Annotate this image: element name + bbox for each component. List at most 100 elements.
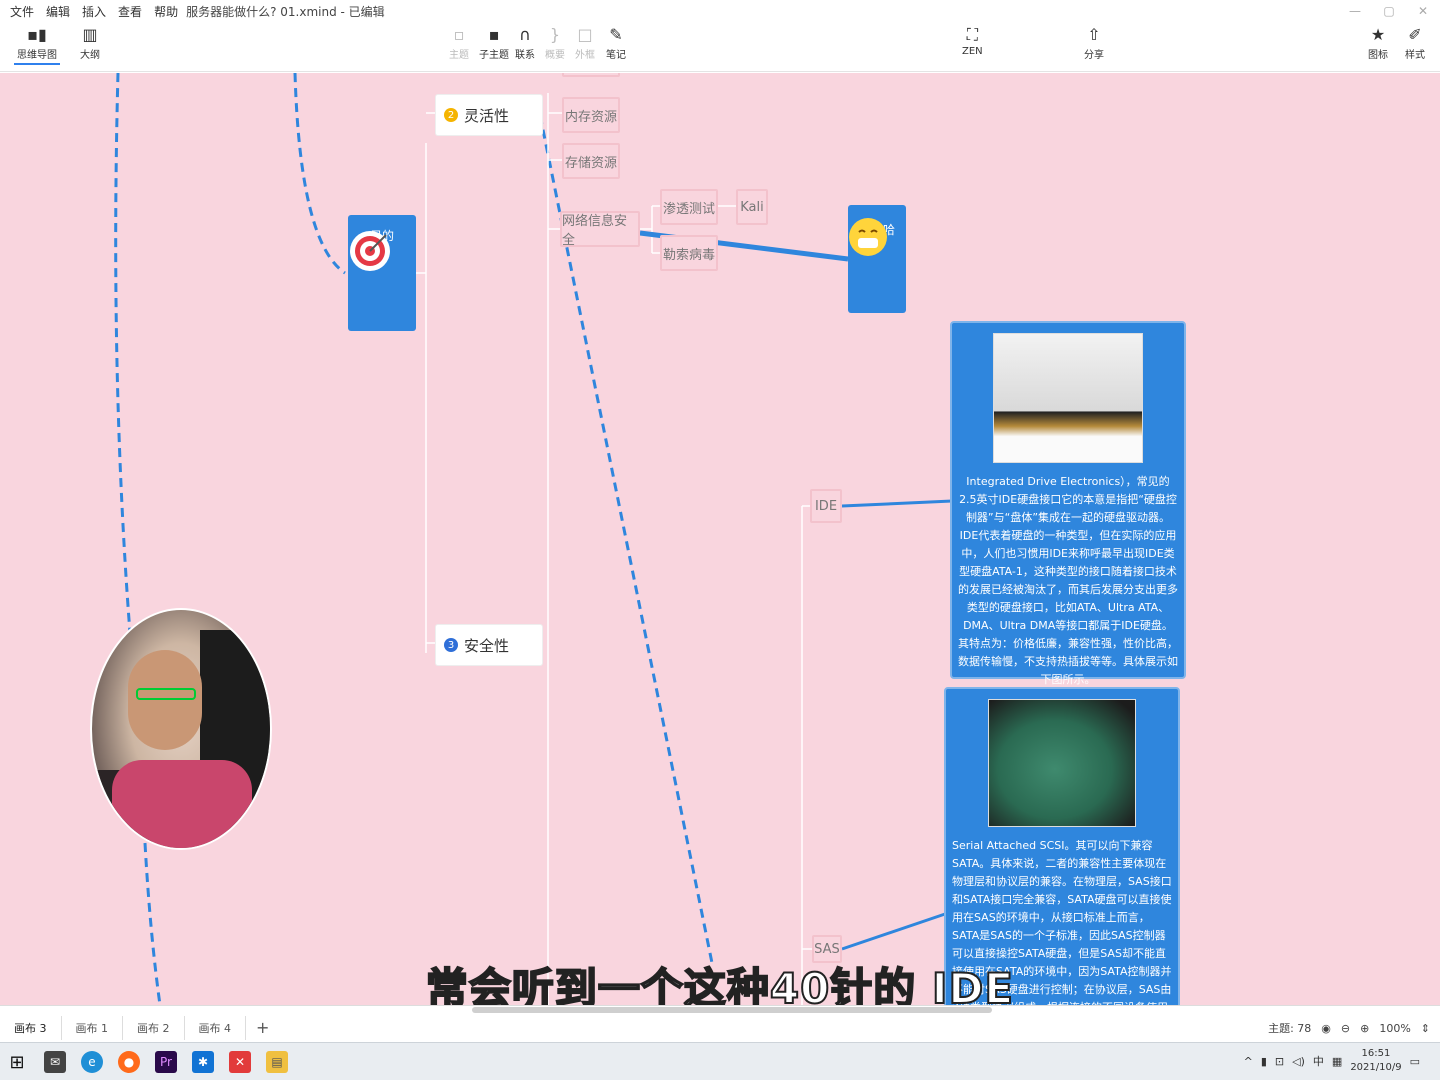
sheet-tab-4[interactable]: 画布 4 bbox=[185, 1016, 246, 1040]
mindmap-icon: ▪▮ bbox=[27, 25, 47, 44]
note-button[interactable]: ✎ 笔记 bbox=[606, 26, 626, 62]
sas-disk-image bbox=[988, 699, 1136, 827]
window-title: 服务器能做什么? 01.xmind - 已编辑 bbox=[186, 4, 385, 19]
relation-icon: ∩ bbox=[519, 25, 531, 44]
partial-node[interactable] bbox=[562, 73, 620, 77]
menu-insert[interactable]: 插入 bbox=[82, 3, 106, 20]
summary-button[interactable]: } 概要 bbox=[545, 25, 565, 62]
sheet-tab-3[interactable]: 画布 3 bbox=[0, 1016, 62, 1040]
window-controls: — ▢ ✕ bbox=[1338, 0, 1440, 22]
subtopic-button[interactable]: ▪ 子主题 bbox=[479, 25, 509, 62]
brush-icon: ✐ bbox=[1408, 25, 1422, 44]
windows-start-icon[interactable]: ⊞ bbox=[6, 1051, 28, 1073]
eye-icon[interactable]: ◉ bbox=[1321, 1022, 1331, 1035]
notification-icon[interactable]: ▭ bbox=[1410, 1055, 1420, 1068]
add-sheet-icon[interactable]: + bbox=[246, 1016, 279, 1040]
node-ide[interactable]: IDE bbox=[810, 489, 842, 523]
zen-label: ZEN bbox=[962, 46, 983, 57]
topic-label: 主题 bbox=[449, 50, 469, 61]
ide-disk-image bbox=[993, 333, 1143, 463]
minimize-icon[interactable]: — bbox=[1338, 4, 1372, 18]
topic-flexibility[interactable]: 2 灵活性 bbox=[436, 95, 542, 135]
topic-button[interactable]: ▫ 主题 bbox=[449, 25, 469, 62]
priority-2-icon: 2 bbox=[444, 108, 458, 122]
topic-icon: ▫ bbox=[453, 25, 465, 44]
menu-help[interactable]: 帮助 bbox=[154, 3, 178, 20]
ide-note-card[interactable]: Integrated Drive Electronics），常见的2.5英寸ID… bbox=[950, 321, 1186, 686]
icon-panel-button[interactable]: ★ 图标 bbox=[1368, 25, 1388, 62]
tray-chevron-icon[interactable]: ^ bbox=[1244, 1055, 1253, 1068]
file-explorer-icon[interactable]: ▤ bbox=[266, 1051, 288, 1073]
mindmap-canvas[interactable]: 2 灵活性 内存资源 存储资源 网络信息安全 渗透测试 Kali 勒索病毒 目的 bbox=[0, 73, 1440, 1005]
ime-icon[interactable]: ▦ bbox=[1332, 1055, 1342, 1068]
sheet-tab-2[interactable]: 画布 2 bbox=[123, 1016, 185, 1040]
share-label: 分享 bbox=[1084, 50, 1104, 61]
node-ransomware[interactable]: 勒索病毒 bbox=[660, 235, 718, 271]
xmind-icon[interactable]: ✕ bbox=[229, 1051, 251, 1073]
priority-3-icon: 3 bbox=[444, 638, 458, 652]
topic-flexibility-label: 灵活性 bbox=[464, 106, 510, 125]
network-icon[interactable]: ⊡ bbox=[1275, 1055, 1284, 1068]
clock[interactable]: 16:51 2021/10/9 bbox=[1350, 1047, 1401, 1075]
menu-edit[interactable]: 编辑 bbox=[46, 3, 70, 20]
sheet-tabs: 画布 3 画布 1 画布 2 画布 4 + bbox=[0, 1016, 279, 1040]
sheet-tab-1[interactable]: 画布 1 bbox=[62, 1016, 123, 1040]
subtopic-label: 子主题 bbox=[479, 50, 509, 61]
horizontal-scrollbar[interactable] bbox=[472, 1007, 992, 1013]
zoom-stepper-icon[interactable]: ⇕ bbox=[1421, 1022, 1430, 1035]
topic-security[interactable]: 3 安全性 bbox=[436, 625, 542, 665]
share-button[interactable]: ⇧ 分享 bbox=[1084, 25, 1104, 62]
fullscreen-icon: ⛶ bbox=[966, 25, 978, 44]
clock-date: 2021/10/9 bbox=[1350, 1062, 1402, 1073]
system-tray: ^ ▮ ⊡ ◁) 中 ▦ 16:51 2021/10/9 ▭ bbox=[1244, 1047, 1420, 1075]
microphone-icon[interactable]: ▮ bbox=[1261, 1055, 1267, 1068]
view-mindmap-button[interactable]: ▪▮ 思维导图 bbox=[14, 26, 60, 65]
boundary-button[interactable]: □ 外框 bbox=[575, 25, 595, 62]
boundary-label: 外框 bbox=[575, 50, 595, 61]
volume-icon[interactable]: ◁) bbox=[1292, 1055, 1305, 1068]
star-icon: ★ bbox=[1370, 25, 1386, 44]
mail-icon[interactable]: ✉ bbox=[44, 1051, 66, 1073]
edge-icon[interactable]: e bbox=[81, 1051, 103, 1073]
app-star-icon[interactable]: ✱ bbox=[192, 1051, 214, 1073]
premiere-icon[interactable]: Pr bbox=[155, 1051, 177, 1073]
firefox-icon[interactable]: ● bbox=[118, 1051, 140, 1073]
status-right: 主题: 78 ◉ ⊖ ⊕ 100% ⇕ bbox=[1268, 1020, 1430, 1036]
relation-button[interactable]: ∩ 联系 bbox=[515, 25, 535, 62]
view-mindmap-label: 思维导图 bbox=[17, 50, 57, 61]
sheet-bar: 画布 3 画布 1 画布 2 画布 4 + 主题: 78 ◉ ⊖ ⊕ 100% … bbox=[0, 1005, 1440, 1042]
outline-icon: ▥ bbox=[82, 25, 98, 44]
taskbar: ⊞ ✉ e ● Pr ✱ ✕ ▤ ^ ▮ ⊡ ◁) 中 ▦ 16:51 2021… bbox=[0, 1042, 1440, 1080]
node-memory[interactable]: 内存资源 bbox=[562, 97, 620, 133]
zoom-level[interactable]: 100% bbox=[1379, 1022, 1410, 1035]
maximize-icon[interactable]: ▢ bbox=[1372, 4, 1406, 18]
zoom-out-icon[interactable]: ⊖ bbox=[1341, 1022, 1350, 1035]
menu-file[interactable]: 文件 bbox=[10, 3, 34, 20]
close-icon[interactable]: ✕ bbox=[1406, 4, 1440, 18]
input-language[interactable]: 中 bbox=[1313, 1053, 1324, 1069]
subtopic-icon: ▪ bbox=[488, 25, 500, 44]
topic-security-label: 安全性 bbox=[464, 636, 510, 655]
zen-button[interactable]: ⛶ ZEN bbox=[962, 25, 983, 58]
menu-view[interactable]: 查看 bbox=[118, 3, 142, 20]
topic-count: 主题: 78 bbox=[1268, 1022, 1312, 1035]
node-kali[interactable]: Kali bbox=[736, 189, 768, 225]
node-pentest[interactable]: 渗透测试 bbox=[660, 189, 718, 225]
toolbar: ▪▮ 思维导图 ▥ 大纲 ▫ 主题 ▪ 子主题 ∩ 联系 } 概要 □ 外框 ✎ bbox=[0, 22, 1440, 72]
xmind-window: 文件 编辑 插入 查看 帮助 服务器能做什么? 01.xmind - 已编辑 —… bbox=[0, 0, 1440, 1080]
boundary-icon: □ bbox=[577, 25, 593, 44]
view-outline-button[interactable]: ▥ 大纲 bbox=[80, 25, 100, 62]
clock-time: 16:51 bbox=[1361, 1048, 1391, 1059]
node-purpose[interactable]: 目的 bbox=[348, 215, 416, 331]
summary-label: 概要 bbox=[545, 50, 565, 61]
zoom-in-icon[interactable]: ⊕ bbox=[1360, 1022, 1369, 1035]
connector-lines bbox=[114, 73, 953, 1005]
node-haha[interactable]: 哈哈哈 bbox=[848, 205, 906, 313]
webcam-overlay bbox=[90, 608, 272, 850]
icon-panel-label: 图标 bbox=[1368, 50, 1388, 61]
node-storage[interactable]: 存储资源 bbox=[562, 143, 620, 179]
node-network-security[interactable]: 网络信息安全 bbox=[560, 211, 640, 248]
summary-icon: } bbox=[549, 25, 561, 44]
format-panel-button[interactable]: ✐ 样式 bbox=[1405, 25, 1425, 62]
upload-icon: ⇧ bbox=[1087, 25, 1101, 44]
